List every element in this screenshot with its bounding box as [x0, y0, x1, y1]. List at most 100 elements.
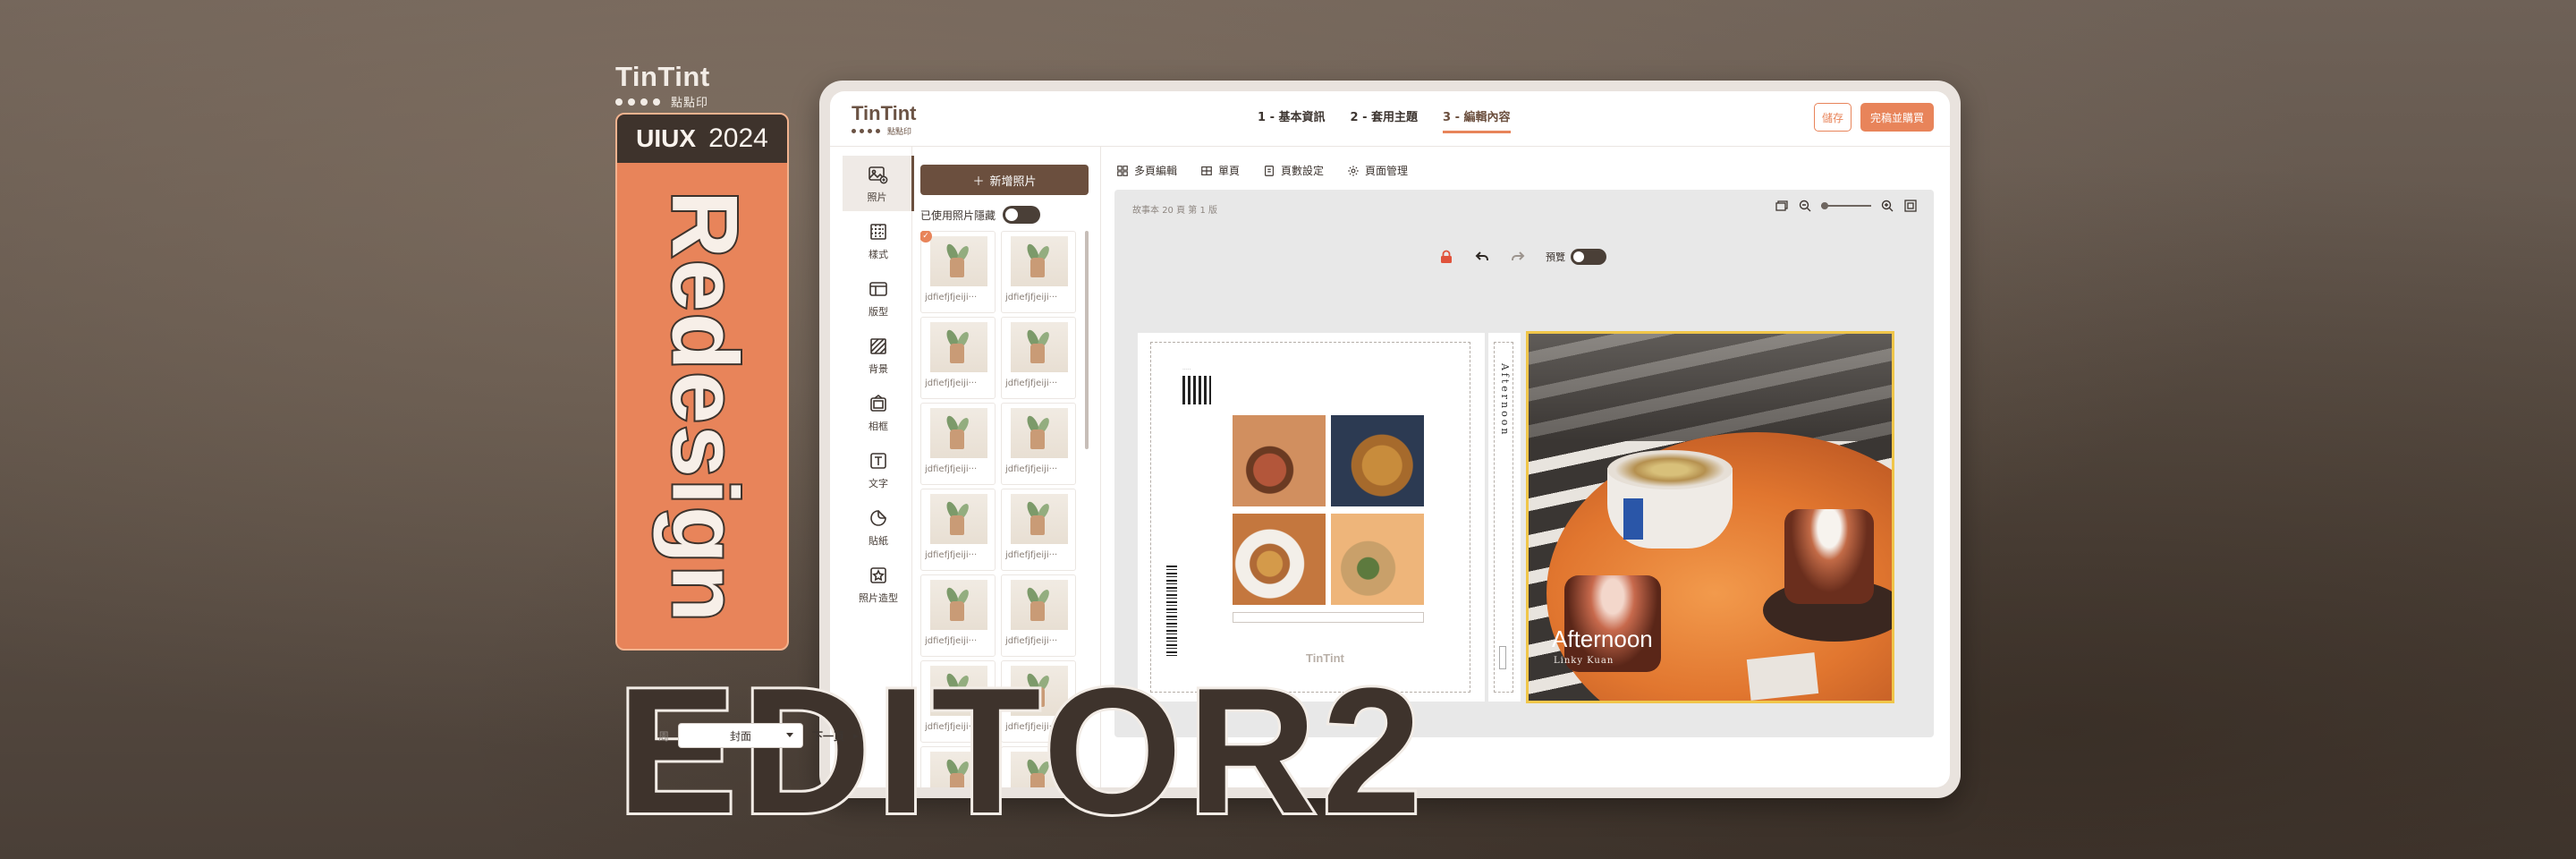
page-select-value: 封面: [730, 729, 752, 743]
undo-icon[interactable]: [1474, 249, 1490, 265]
back-photo-4[interactable]: [1331, 514, 1424, 605]
step-apply-theme[interactable]: 2 - 套用主題: [1351, 107, 1419, 133]
cover-title[interactable]: Afternoon: [1552, 625, 1653, 653]
multi-page-edit-button[interactable]: 多頁編輯: [1116, 163, 1177, 178]
page-select[interactable]: 封面: [678, 723, 804, 748]
redo-icon[interactable]: [1510, 249, 1526, 265]
step-tabs: 1 - 基本資訊 2 - 套用主題 3 - 編輯內容: [1258, 107, 1511, 133]
step-basic-info[interactable]: 1 - 基本資訊: [1258, 107, 1326, 133]
history-controls: 預覽: [1438, 249, 1606, 265]
photo-thumbnail[interactable]: jdfiefjfjeiji···: [920, 317, 996, 399]
prev-page-button[interactable]: 周: [658, 728, 669, 744]
photo-thumbnail[interactable]: jdfiefjfjeiji···: [1001, 231, 1076, 313]
tool-background[interactable]: 背景: [843, 327, 914, 383]
tool-label: 照片造型: [859, 591, 898, 604]
single-page-button[interactable]: 單頁: [1200, 163, 1240, 178]
qr-code: [1182, 376, 1211, 404]
poster-uiux: UIUX: [636, 124, 697, 152]
back-photo-1[interactable]: [1233, 415, 1326, 506]
zoom-out-icon[interactable]: [1798, 199, 1812, 213]
top-bar: TinTint 點點印 1 - 基本資訊 2 - 套用主題 3 - 編輯內容 儲…: [830, 91, 1950, 147]
finish-purchase-button[interactable]: 完稿並購買: [1860, 103, 1934, 132]
next-page-button[interactable]: 下一頁: [812, 728, 844, 744]
cover-author[interactable]: Linky Kuan: [1554, 656, 1614, 666]
photo-thumbnail[interactable]: jdfiefjfjeiji··· ✓: [920, 231, 996, 313]
fit-screen-icon[interactable]: [1903, 199, 1918, 213]
book-spread: ····· TinTint Afternoon Afternoon Linky …: [1138, 331, 1916, 703]
back-photo-2[interactable]: [1331, 415, 1424, 506]
app-logo[interactable]: TinTint 點點印: [852, 104, 917, 137]
pattern-icon: [870, 223, 886, 240]
canvas-toolbar: 多頁編輯 單頁 頁數設定 頁面管理: [1116, 163, 1408, 178]
caret-right-icon: ▸: [853, 729, 860, 742]
photo-thumbnail[interactable]: jdfiefjfjeiji···: [1001, 574, 1076, 657]
sticker-icon: [870, 509, 886, 526]
poster-header: UIUX 2024: [617, 115, 787, 163]
lock-icon[interactable]: [1438, 249, 1454, 265]
photo-thumbnail[interactable]: jdfiefjfjeiji···: [1001, 403, 1076, 485]
layers-icon[interactable]: [1775, 199, 1789, 213]
brand-sub-label: 點點印: [671, 97, 709, 110]
zoom-slider[interactable]: [1821, 202, 1871, 209]
book-type-label: 故事本: [1132, 206, 1159, 216]
preview-toggle-row: 預覽: [1546, 249, 1606, 265]
preview-label: 預覽: [1546, 251, 1565, 263]
poster-big-title: EDITOR2: [614, 651, 1428, 851]
photo-thumbnail[interactable]: jdfiefjfjeiji···: [1001, 317, 1076, 399]
page-management-button[interactable]: 頁面管理: [1347, 163, 1408, 178]
shape-icon: [870, 566, 886, 583]
brand-name: TinTint: [615, 61, 710, 92]
spine-barcode: [1499, 646, 1506, 669]
add-photo-button[interactable]: ＋ 新增照片: [920, 165, 1089, 195]
book-spine[interactable]: Afternoon: [1488, 333, 1521, 702]
brand-logo: TinTint 點點印: [615, 63, 710, 110]
cover-photo-cup: [1784, 509, 1874, 604]
brand-dots: 點點印: [615, 93, 710, 110]
tool-photo[interactable]: 照片: [843, 156, 914, 211]
chevron-down-icon: [786, 733, 794, 737]
background-icon: [870, 337, 886, 354]
tool-label: 貼紙: [869, 534, 888, 547]
step-edit-content[interactable]: 3 - 編輯內容: [1443, 107, 1511, 133]
qr-caption: ·····: [1182, 367, 1191, 373]
zoom-in-icon[interactable]: [1880, 199, 1894, 213]
barcode: [1166, 566, 1177, 659]
save-button[interactable]: 儲存: [1814, 103, 1852, 132]
poster-vertical-title: Redesign: [651, 188, 758, 625]
app-logo-name: TinTint: [852, 102, 917, 124]
page-settings-button[interactable]: 頁數設定: [1263, 163, 1324, 178]
page-settings-icon: [1265, 165, 1274, 176]
gear-icon: [1348, 165, 1359, 176]
page-count: 20 頁 第 1 版: [1162, 206, 1217, 216]
photo-thumbnail[interactable]: jdfiefjfjeiji···: [920, 489, 996, 571]
back-cover-page[interactable]: ····· TinTint: [1138, 333, 1485, 702]
caption-box[interactable]: [1233, 612, 1424, 623]
hide-used-toggle[interactable]: [1003, 206, 1041, 224]
add-photo-label: 新增照片: [989, 174, 1037, 189]
back-photo-3[interactable]: [1233, 514, 1326, 605]
spine-title: Afternoon: [1499, 363, 1511, 438]
tool-layout[interactable]: 版型: [843, 270, 914, 326]
preview-toggle[interactable]: [1571, 249, 1606, 265]
poster-card: UIUX 2024 Redesign: [615, 113, 789, 651]
cover-photo-card: [1746, 652, 1819, 701]
grid-icon: [1117, 165, 1128, 176]
cover-photo-latte: [1607, 450, 1733, 549]
photo-thumbnail[interactable]: jdfiefjfjeiji···: [920, 403, 996, 485]
hide-used-label: 已使用照片隱藏: [920, 208, 996, 222]
panel-scrollbar[interactable]: [1085, 231, 1089, 449]
tool-pattern[interactable]: 樣式: [843, 213, 914, 268]
tool-sticker[interactable]: 貼紙: [843, 499, 914, 555]
plus-icon: ＋: [972, 174, 985, 189]
single-page-icon: [1201, 166, 1212, 175]
tool-photo-shape[interactable]: 照片造型: [843, 557, 914, 612]
layout-icon: [869, 281, 887, 296]
tool-text[interactable]: 文字: [843, 442, 914, 498]
tool-label: 樣式: [869, 248, 888, 260]
photo-thumbnail[interactable]: jdfiefjfjeiji···: [1001, 489, 1076, 571]
front-cover-page[interactable]: Afternoon Linky Kuan: [1526, 331, 1894, 703]
tool-label: 照片: [867, 191, 887, 203]
tool-label: 文字: [869, 477, 888, 489]
tool-frame[interactable]: 相框: [843, 385, 914, 440]
photo-thumbnail[interactable]: jdfiefjfjeiji···: [920, 574, 996, 657]
